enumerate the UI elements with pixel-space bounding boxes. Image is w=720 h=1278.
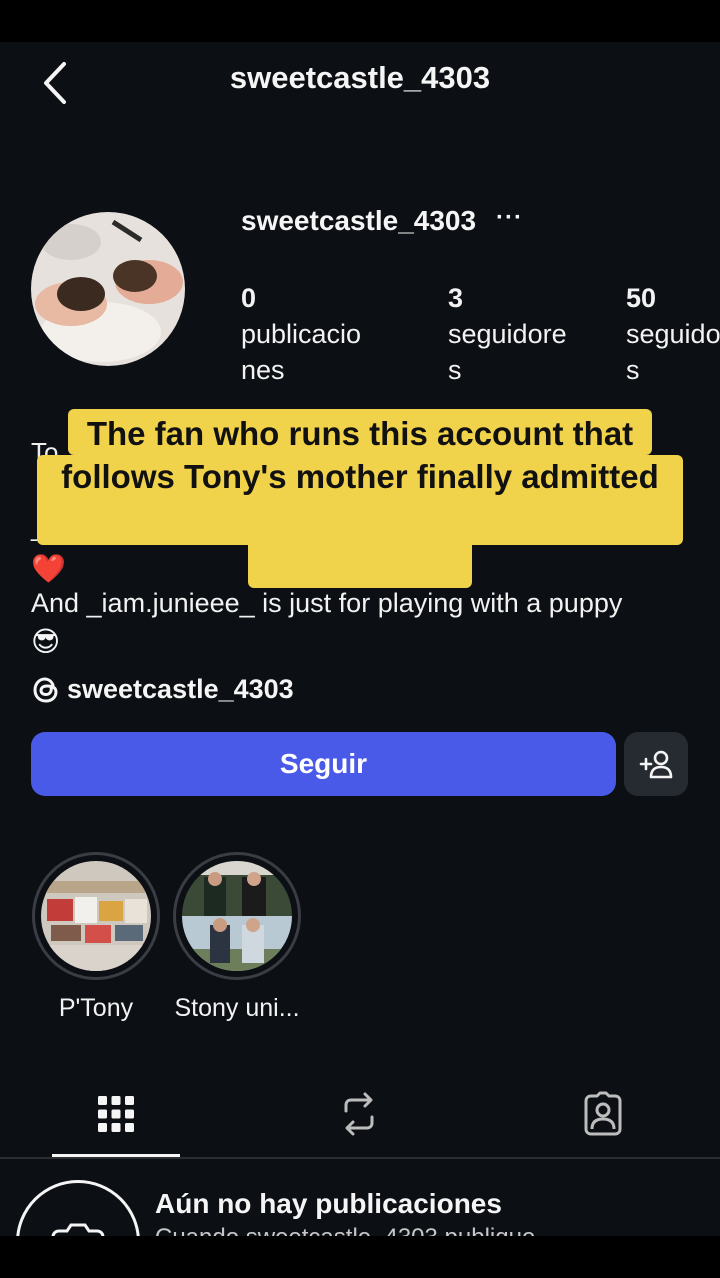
highlight-label: P'Tony [58,994,134,1022]
stat-followers[interactable]: 3 seguidores [448,280,578,388]
profile-screen: sweetcastle_4303 sweetcastle_4303 ··· 0 … [0,42,720,1236]
highlight-ring [173,852,301,980]
tab-tagged[interactable] [571,1082,635,1146]
bio-line: And _iam.junieee_ is just for playing wi… [31,588,623,618]
video-caption: The fan who runs this account that follo… [37,412,683,498]
stat-followers-label: seguidores [448,319,567,385]
tab-reposts[interactable] [327,1082,391,1146]
stat-followers-count: 3 [448,283,464,313]
more-options-button[interactable]: ··· [496,204,523,232]
avatar[interactable] [31,212,185,366]
tab-divider [0,1157,720,1159]
suggested-users-button[interactable] [624,732,688,796]
stat-following[interactable]: 50 seguidos [626,280,720,388]
grid-icon [98,1096,134,1132]
page-title: sweetcastle_4303 [229,60,491,95]
caption-line-1: The fan who runs this account that [86,415,634,452]
threads-icon [33,676,58,703]
sunglasses-emoji: 😎 [31,626,61,657]
stat-following-label: seguidos [626,319,720,385]
caption-line-2: follows Tony's mother finally admitted [61,458,659,495]
avatar-photo [31,212,185,366]
empty-state-subtitle: Cuando sweetcastle_4303 publique... [155,1224,555,1236]
profile-username: sweetcastle_4303 [241,205,477,236]
repost-icon [344,1092,374,1136]
empty-state-title: Aún no hay publicaciones [155,1188,502,1219]
camera-icon [16,1180,140,1236]
stat-posts-label: publicaciones [241,319,362,385]
threads-link[interactable]: sweetcastle_4303 [31,674,294,705]
highlight-cover [182,861,292,971]
add-person-icon [639,750,673,779]
stat-posts[interactable]: 0 publicaciones [241,280,371,388]
tagged-person-icon [584,1091,622,1136]
caption-background [248,538,472,588]
system-bottom-bar [0,1236,720,1278]
highlight-ptony[interactable]: P'Tony [31,852,161,1023]
highlight-stony[interactable]: Stony uni... [172,852,302,1023]
tab-posts[interactable] [84,1082,148,1146]
highlight-cover-image [182,861,292,971]
highlight-cover [41,861,151,971]
highlight-label: Stony uni... [174,994,300,1022]
heart-emoji: ❤️ [31,553,66,584]
follow-button[interactable]: Seguir [31,732,616,796]
threads-handle: sweetcastle_4303 [67,674,294,704]
stat-following-count: 50 [626,283,657,313]
stat-posts-count: 0 [241,283,257,313]
camera-glyph [51,1223,105,1236]
highlight-cover-image [41,861,151,971]
highlight-ring [32,852,160,980]
